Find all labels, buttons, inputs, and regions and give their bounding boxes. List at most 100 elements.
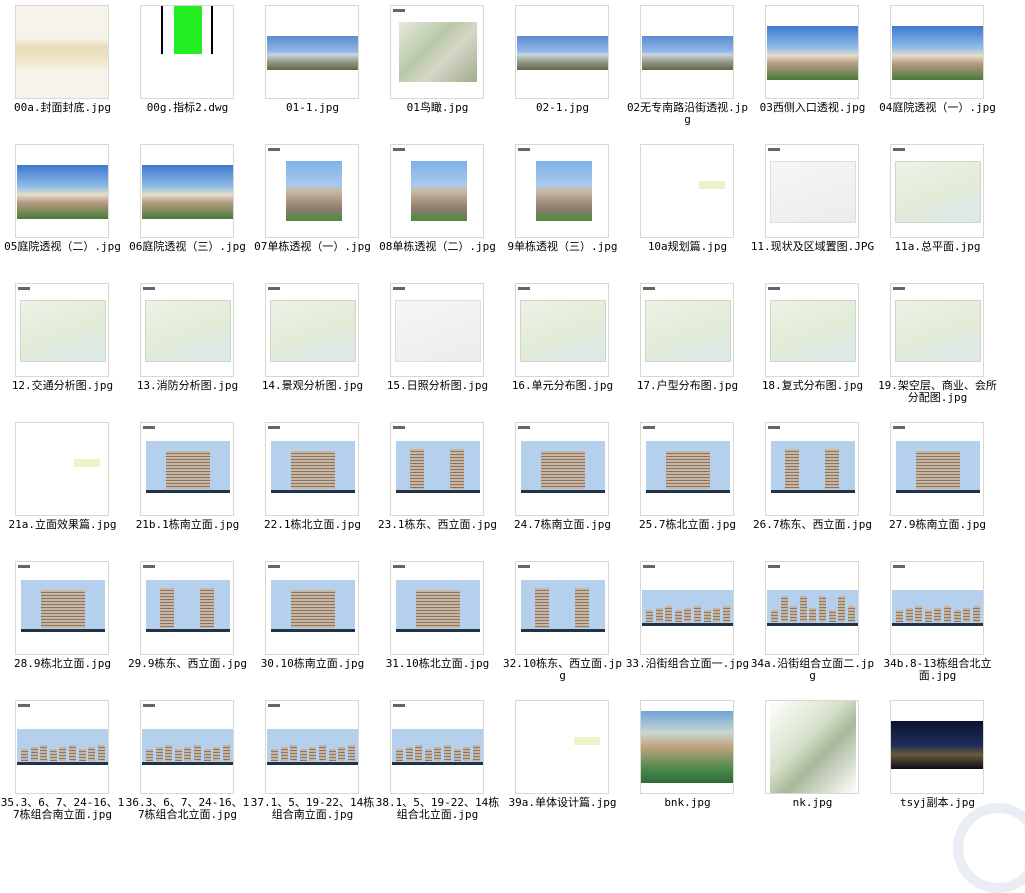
thumbnail-image[interactable] [265, 144, 359, 238]
thumbnail-image[interactable] [765, 561, 859, 655]
thumbnail-image[interactable] [15, 422, 109, 516]
thumbnail-image[interactable] [640, 5, 734, 99]
thumbnail-image[interactable] [515, 283, 609, 377]
file-item[interactable]: 38.1、5、19-22、14栋组合北立面.jpg [375, 696, 500, 835]
thumbnail-image[interactable] [15, 561, 109, 655]
file-item[interactable]: 01-1.jpg [250, 1, 375, 140]
thumbnail-image[interactable] [265, 5, 359, 99]
thumbnail-image[interactable] [140, 5, 234, 99]
thumbnail-image[interactable] [140, 422, 234, 516]
file-item[interactable]: 28.9栋北立面.jpg [0, 557, 125, 696]
thumbnail-image[interactable] [515, 422, 609, 516]
thumbnail-image[interactable] [890, 561, 984, 655]
file-item[interactable]: 24.7栋南立面.jpg [500, 418, 625, 557]
thumbnail-image[interactable] [890, 144, 984, 238]
file-item[interactable]: 34a.沿街组合立面二.jpg [750, 557, 875, 696]
file-item[interactable]: 02-1.jpg [500, 1, 625, 140]
file-item[interactable]: 35.3、6、7、24-16、17栋组合南立面.jpg [0, 696, 125, 835]
file-item[interactable]: 34b.8-13栋组合北立面.jpg [875, 557, 1000, 696]
thumbnail-image[interactable] [640, 144, 734, 238]
file-item[interactable]: bnk.jpg [625, 696, 750, 835]
file-item[interactable]: 25.7栋北立面.jpg [625, 418, 750, 557]
thumbnail-image[interactable] [390, 561, 484, 655]
thumbnail-image[interactable] [640, 422, 734, 516]
file-item[interactable]: 06庭院透视（三）.jpg [125, 140, 250, 279]
thumbnail-image[interactable] [890, 700, 984, 794]
file-item[interactable]: 12.交通分析图.jpg [0, 279, 125, 418]
file-item[interactable]: 10a规划篇.jpg [625, 140, 750, 279]
file-item[interactable]: 15.日照分析图.jpg [375, 279, 500, 418]
thumbnail-image[interactable] [390, 422, 484, 516]
thumbnail-image[interactable] [140, 144, 234, 238]
file-item[interactable]: 39a.单体设计篇.jpg [500, 696, 625, 835]
file-item[interactable]: 03西侧入口透视.jpg [750, 1, 875, 140]
file-item[interactable]: 19.架空层、商业、会所分配图.jpg [875, 279, 1000, 418]
thumbnail-image[interactable] [265, 700, 359, 794]
thumbnail-image[interactable] [390, 5, 484, 99]
file-item[interactable]: 22.1栋北立面.jpg [250, 418, 375, 557]
thumbnail-image[interactable] [390, 283, 484, 377]
thumbnail-image[interactable] [265, 561, 359, 655]
thumbnail-image[interactable] [15, 283, 109, 377]
thumbnail-image[interactable] [640, 561, 734, 655]
file-item[interactable]: 26.7栋东、西立面.jpg [750, 418, 875, 557]
file-item[interactable]: 31.10栋北立面.jpg [375, 557, 500, 696]
thumbnail-image[interactable] [890, 422, 984, 516]
title-ribbon [268, 148, 280, 151]
preview-picture [520, 300, 606, 362]
file-item[interactable]: 11a.总平面.jpg [875, 140, 1000, 279]
thumbnail-image[interactable] [390, 144, 484, 238]
file-item[interactable]: 32.10栋东、西立面.jpg [500, 557, 625, 696]
file-item[interactable]: 17.户型分布图.jpg [625, 279, 750, 418]
file-item[interactable]: 29.9栋东、西立面.jpg [125, 557, 250, 696]
file-item[interactable]: 36.3、6、7、24-16、17栋组合北立面.jpg [125, 696, 250, 835]
file-item[interactable]: 27.9栋南立面.jpg [875, 418, 1000, 557]
file-item[interactable]: 14.景观分析图.jpg [250, 279, 375, 418]
file-item[interactable]: 00a.封面封底.jpg [0, 1, 125, 140]
file-item[interactable]: 11.现状及区域置图.JPG [750, 140, 875, 279]
thumbnail-image[interactable] [890, 5, 984, 99]
file-item[interactable]: nk.jpg [750, 696, 875, 835]
thumbnail-image[interactable] [140, 700, 234, 794]
file-item[interactable]: 9单栋透视（三）.jpg [500, 140, 625, 279]
thumbnail-image[interactable] [515, 561, 609, 655]
thumbnail-image[interactable] [765, 5, 859, 99]
thumbnail-image[interactable] [765, 144, 859, 238]
file-item[interactable]: 18.复式分布图.jpg [750, 279, 875, 418]
thumbnail-image[interactable] [140, 561, 234, 655]
thumbnail-image[interactable] [390, 700, 484, 794]
file-item[interactable]: 21a.立面效果篇.jpg [0, 418, 125, 557]
thumbnail-image[interactable] [515, 700, 609, 794]
file-name-label: 07单栋透视（一）.jpg [254, 240, 371, 253]
file-item[interactable]: 30.10栋南立面.jpg [250, 557, 375, 696]
thumbnail-image[interactable] [515, 5, 609, 99]
thumbnail-image[interactable] [265, 283, 359, 377]
thumbnail-image[interactable] [265, 422, 359, 516]
thumbnail-image[interactable] [765, 283, 859, 377]
thumbnail-image[interactable] [15, 5, 109, 99]
file-item[interactable]: 01鸟瞰.jpg [375, 1, 500, 140]
building [299, 749, 307, 761]
file-item[interactable]: 04庭院透视（一）.jpg [875, 1, 1000, 140]
file-item[interactable]: 00g.指标2.dwg [125, 1, 250, 140]
file-item[interactable]: 16.单元分布图.jpg [500, 279, 625, 418]
thumbnail-image[interactable] [890, 283, 984, 377]
file-item[interactable]: 02无专南路沿街透视.jpg [625, 1, 750, 140]
thumbnail-image[interactable] [15, 144, 109, 238]
thumbnail-image[interactable] [640, 700, 734, 794]
file-item[interactable]: 08单栋透视（二）.jpg [375, 140, 500, 279]
building [694, 606, 701, 622]
thumbnail-image[interactable] [640, 283, 734, 377]
thumbnail-image[interactable] [765, 700, 859, 794]
file-item[interactable]: 13.消防分析图.jpg [125, 279, 250, 418]
file-item[interactable]: 37.1、5、19-22、14栋组合南立面.jpg [250, 696, 375, 835]
file-item[interactable]: 23.1栋东、西立面.jpg [375, 418, 500, 557]
file-item[interactable]: 33.沿街组合立面一.jpg [625, 557, 750, 696]
file-item[interactable]: 07单栋透视（一）.jpg [250, 140, 375, 279]
thumbnail-image[interactable] [515, 144, 609, 238]
file-item[interactable]: 05庭院透视（二）.jpg [0, 140, 125, 279]
thumbnail-image[interactable] [140, 283, 234, 377]
thumbnail-image[interactable] [15, 700, 109, 794]
file-item[interactable]: 21b.1栋南立面.jpg [125, 418, 250, 557]
thumbnail-image[interactable] [765, 422, 859, 516]
